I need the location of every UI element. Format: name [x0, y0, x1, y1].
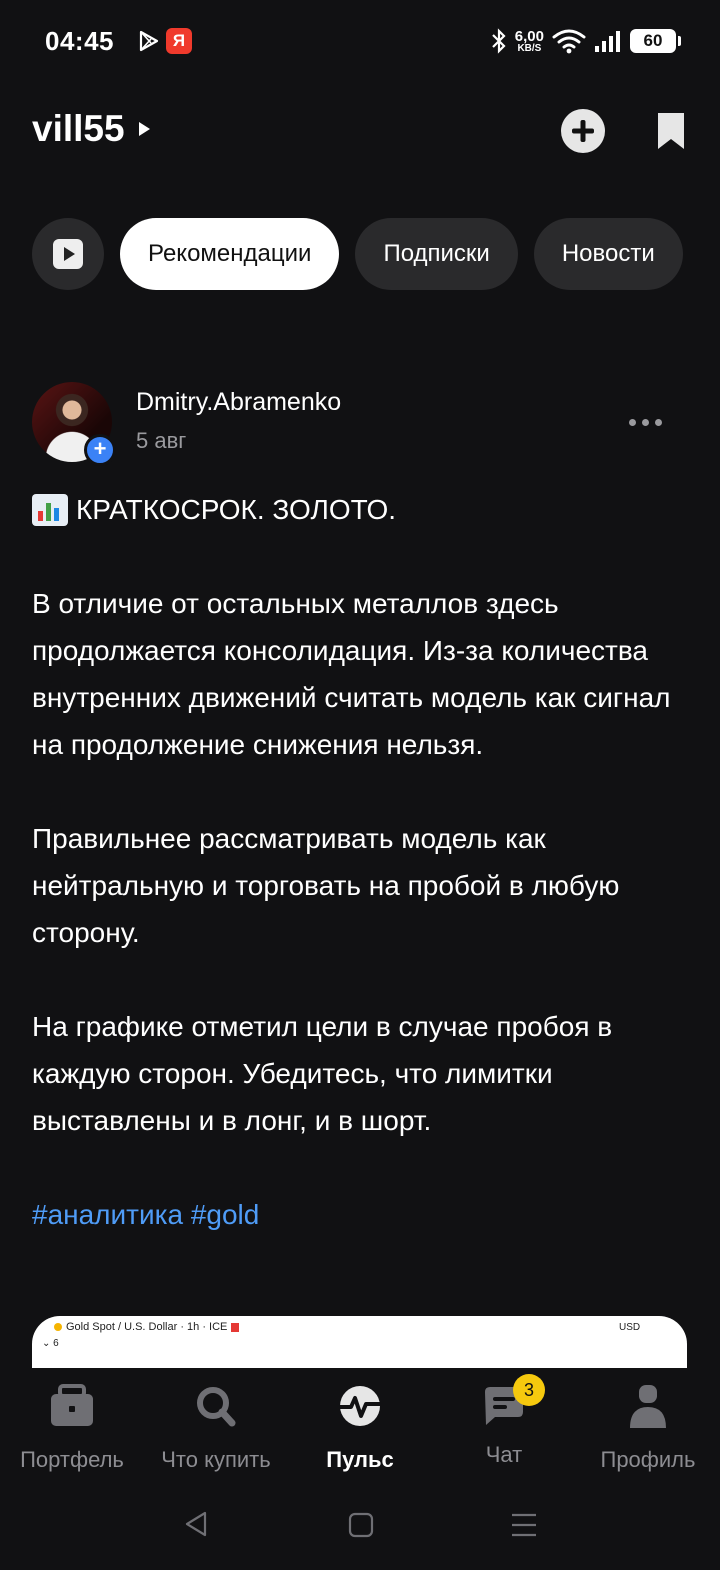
chart-interval-selector: ⌄ 6 — [42, 1338, 59, 1349]
chart-interval-value: 6 — [53, 1338, 59, 1349]
profile-icon — [630, 1385, 666, 1428]
gold-symbol-icon — [54, 1323, 62, 1331]
top-header: vill55 — [0, 100, 720, 160]
play-store-icon — [139, 30, 159, 52]
follow-plus-icon[interactable]: + — [84, 434, 116, 466]
chart-image-header: Gold Spot / U.S. Dollar · 1h · ICE — [54, 1321, 240, 1333]
bar-chart-emoji-icon — [32, 493, 68, 526]
pulse-icon — [340, 1386, 380, 1426]
recents-menu-icon[interactable] — [510, 1512, 538, 1538]
nav-pulse[interactable]: Пульс — [288, 1384, 432, 1473]
home-icon[interactable] — [348, 1512, 374, 1538]
nav-portfolio[interactable]: Портфель — [0, 1384, 144, 1473]
nav-profile[interactable]: Профиль — [576, 1384, 720, 1473]
post-paragraph: Правильнее рассматривать модель как нейт… — [32, 823, 620, 948]
post-paragraph: На графике отметил цели в случае пробоя … — [32, 1011, 613, 1136]
bookmark-icon[interactable] — [657, 112, 685, 150]
chart-currency: USD — [619, 1322, 641, 1333]
yandex-icon: Я — [166, 28, 192, 54]
tab-subscriptions[interactable]: Подписки — [355, 218, 518, 290]
create-post-button[interactable] — [561, 109, 605, 153]
network-speed: 6,00 KB/S — [515, 29, 544, 54]
signal-icon — [595, 31, 620, 52]
nav-label: Портфель — [20, 1447, 124, 1472]
feed-tabs: Рекомендации Подписки Новости — [32, 218, 683, 290]
post-date: 5 авг — [136, 428, 187, 453]
network-speed-value: 6,00 — [514, 27, 544, 45]
account-switcher[interactable]: vill55 — [32, 108, 150, 150]
flag-icon — [231, 1322, 240, 1332]
post-chart-image[interactable]: Gold Spot / U.S. Dollar · 1h · ICE ⌄ 6 U… — [32, 1316, 687, 1368]
network-speed-unit: KB/S — [517, 42, 542, 54]
chat-icon-wrap: 3 — [479, 1374, 545, 1428]
post-title: КРАТКОСРОК. ЗОЛОТО. — [76, 494, 397, 525]
wifi-icon — [552, 29, 586, 54]
post-title-row: КРАТКОСРОК. ЗОЛОТО. — [32, 486, 688, 533]
video-feed-button[interactable] — [32, 218, 104, 290]
tag-link[interactable]: #gold — [191, 1199, 260, 1230]
more-options-icon[interactable] — [629, 419, 662, 426]
nav-what-to-buy[interactable]: Что купить — [144, 1384, 288, 1473]
caret-right-icon — [138, 122, 150, 136]
tab-news[interactable]: Новости — [533, 218, 683, 290]
post-tags: #аналитика #gold — [32, 1191, 688, 1238]
post-body: КРАТКОСРОК. ЗОЛОТО. В отличие от остальн… — [32, 486, 688, 1285]
chat-unread-badge: 3 — [513, 1374, 545, 1406]
post-paragraph: В отличие от остальных металлов здесь пр… — [32, 588, 671, 760]
bottom-navigation: Портфель Что купить Пульс 3 Чат Профиль — [0, 1368, 720, 1478]
tag-link[interactable]: #аналитика — [32, 1199, 183, 1230]
status-bar: 04:45 Я 6,00 KB/S 60 — [0, 0, 720, 82]
status-time: 04:45 — [45, 26, 114, 56]
bluetooth-icon — [492, 28, 506, 54]
account-name: vill55 — [32, 108, 125, 149]
system-navigation-bar — [0, 1478, 720, 1570]
briefcase-icon — [51, 1384, 93, 1426]
battery-indicator: 60 — [630, 29, 681, 53]
nav-label: Пульс — [326, 1447, 394, 1472]
post-author[interactable]: Dmitry.Abramenko — [136, 388, 341, 417]
nav-chat[interactable]: 3 Чат — [432, 1374, 576, 1468]
back-icon[interactable] — [183, 1510, 209, 1538]
search-icon — [197, 1387, 236, 1427]
nav-label: Чат — [485, 1442, 523, 1467]
video-play-icon — [53, 239, 83, 269]
nav-label: Профиль — [600, 1447, 696, 1472]
tab-recommendations[interactable]: Рекомендации — [120, 218, 340, 290]
nav-label: Что купить — [161, 1447, 271, 1472]
chart-image-title: Gold Spot / U.S. Dollar · 1h · ICE — [66, 1321, 228, 1333]
